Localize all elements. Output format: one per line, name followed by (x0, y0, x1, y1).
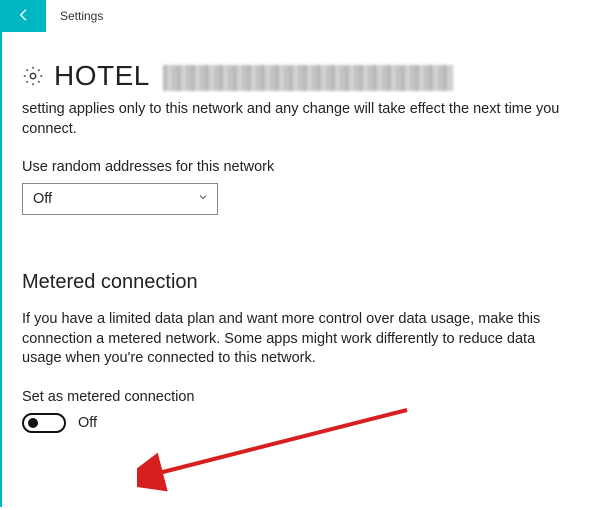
metered-toggle-label: Set as metered connection (22, 389, 576, 405)
network-name: HOTEL (54, 60, 149, 91)
random-addresses-label: Use random addresses for this network (22, 159, 576, 175)
random-addresses-dropdown[interactable]: Off (22, 183, 218, 215)
arrow-left-icon (16, 7, 32, 26)
metered-toggle[interactable] (22, 413, 66, 433)
redacted-text (163, 65, 453, 91)
network-description: setting applies only to this network and… (22, 100, 562, 139)
metered-description: If you have a limited data plan and want… (22, 310, 562, 369)
metered-toggle-state: Off (78, 415, 97, 431)
window-title: Settings (46, 0, 103, 32)
metered-heading: Metered connection (22, 271, 576, 294)
gear-icon (22, 65, 44, 87)
content-area: HOTEL setting applies only to this netwo… (2, 32, 596, 433)
toggle-knob (28, 418, 38, 428)
titlebar: Settings (2, 0, 596, 32)
network-header: HOTEL (22, 60, 576, 92)
chevron-down-icon (197, 191, 209, 207)
dropdown-selected-value: Off (33, 191, 52, 207)
back-button[interactable] (2, 0, 46, 32)
